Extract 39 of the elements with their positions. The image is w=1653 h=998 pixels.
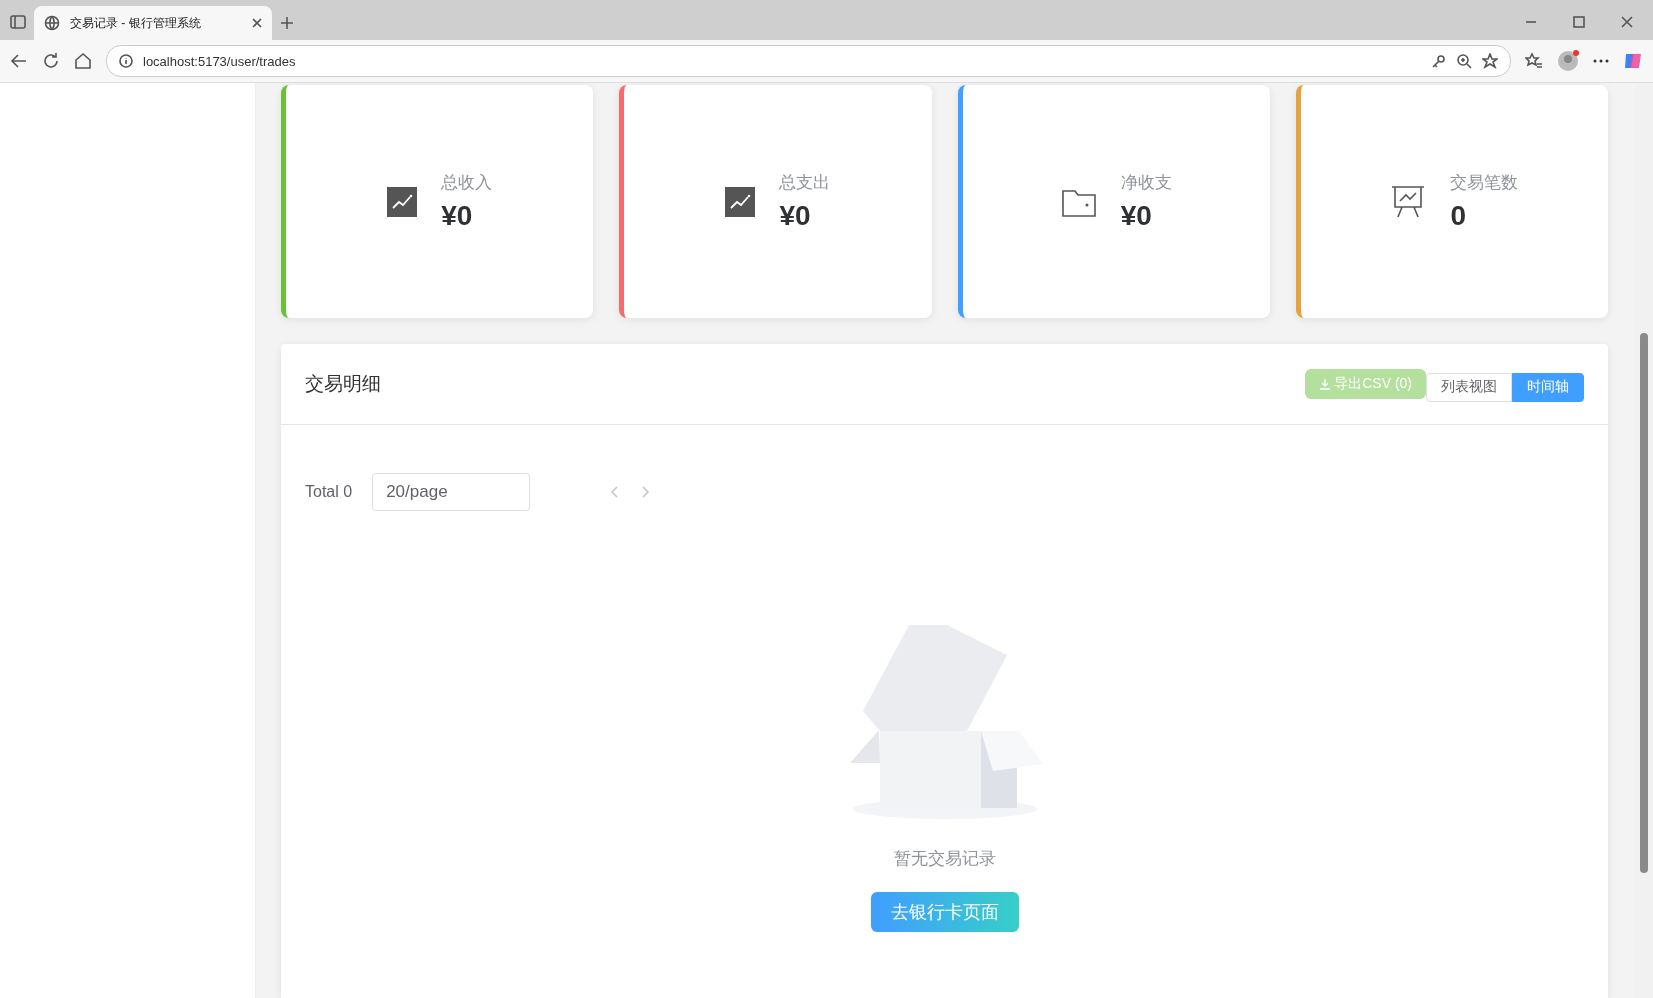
stat-label: 总支出	[779, 172, 831, 194]
zoom-icon[interactable]	[1456, 53, 1472, 69]
stat-value: ¥0	[779, 200, 812, 232]
key-icon[interactable]	[1432, 54, 1446, 68]
reload-icon[interactable]	[42, 52, 60, 70]
close-icon[interactable]	[1621, 16, 1633, 28]
presentation-icon	[1390, 184, 1427, 219]
sidebar-toggle-icon[interactable]	[10, 14, 26, 30]
stat-label: 交易笔数	[1450, 172, 1519, 194]
url-text: localhost:5173/user/trades	[143, 53, 297, 69]
page-size-select[interactable]: 20/page	[372, 473, 531, 511]
chart-icon	[387, 186, 418, 217]
stat-label: 总收入	[441, 172, 493, 194]
stat-value: ¥0	[441, 200, 474, 232]
chart-icon	[725, 186, 756, 217]
download-icon	[1319, 378, 1332, 390]
more-icon[interactable]	[1593, 59, 1609, 63]
globe-icon	[44, 15, 60, 31]
tab-title: 交易记录 - 银行管理系统	[70, 14, 202, 32]
stat-value: 0	[1450, 200, 1467, 232]
empty-message: 暂无交易记录	[893, 848, 996, 870]
star-icon[interactable]	[1482, 53, 1498, 69]
info-icon	[119, 54, 133, 68]
panel-title: 交易明细	[305, 372, 381, 396]
copilot-icon[interactable]	[1623, 51, 1643, 71]
close-icon[interactable]	[252, 18, 262, 28]
stat-label: 净收支	[1120, 172, 1172, 194]
stat-value: ¥0	[1120, 200, 1153, 232]
plus-icon[interactable]	[280, 16, 294, 30]
maximize-icon[interactable]	[1573, 16, 1585, 28]
back-arrow-icon[interactable]	[10, 52, 28, 70]
view-tab[interactable]: 列表视图	[1426, 372, 1512, 402]
total-count: Total 0	[305, 483, 353, 501]
scrollbar[interactable]	[1635, 83, 1653, 998]
favorites-icon[interactable]	[1525, 52, 1543, 70]
browser-tab[interactable]: 交易记录 - 银行管理系统	[34, 6, 272, 40]
home-icon[interactable]	[74, 52, 92, 70]
address-bar[interactable]: localhost:5173/user/trades	[106, 45, 1511, 77]
avatar-icon[interactable]	[1557, 50, 1579, 72]
